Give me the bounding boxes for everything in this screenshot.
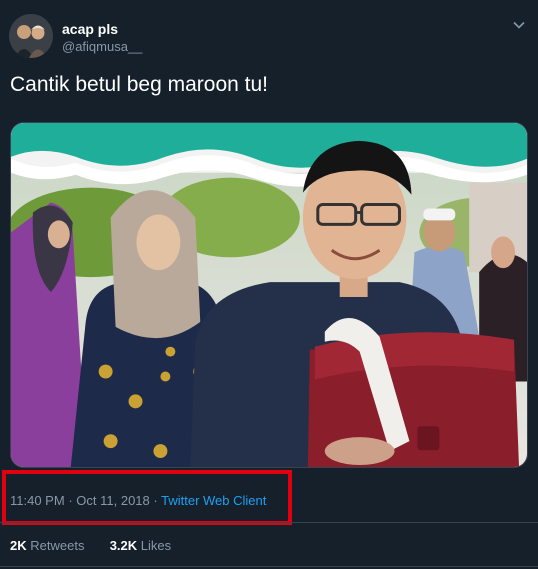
- chevron-down-icon[interactable]: [512, 18, 526, 32]
- avatar[interactable]: [9, 14, 53, 58]
- likes-count: 3.2K: [109, 538, 138, 553]
- likes-stat[interactable]: 3.2K Likes: [110, 538, 171, 553]
- display-name[interactable]: acap pls: [62, 21, 118, 37]
- highlight-annotation-box: [2, 470, 292, 525]
- divider: [0, 522, 538, 523]
- tweet-photo[interactable]: [10, 122, 528, 468]
- retweets-count: 2K: [10, 538, 27, 553]
- tweet-text: Cantik betul beg maroon tu!: [10, 73, 268, 96]
- user-handle[interactable]: @afiqmusa__: [62, 39, 142, 54]
- likes-label: Likes: [140, 538, 172, 553]
- tweet-detail: acap pls @afiqmusa__ Cantik betul beg ma…: [0, 0, 538, 569]
- tweet-stats: 2K Retweets 3.2K Likes: [10, 538, 171, 553]
- retweets-stat[interactable]: 2K Retweets: [10, 538, 84, 553]
- divider: [0, 566, 538, 567]
- retweets-label: Retweets: [30, 538, 85, 553]
